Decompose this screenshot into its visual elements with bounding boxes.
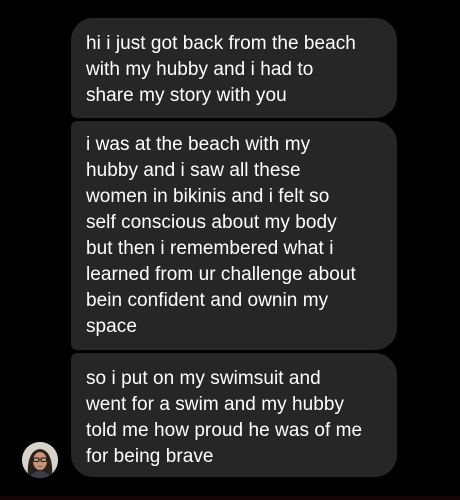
sender-avatar[interactable]: [22, 442, 58, 478]
message-bubble[interactable]: hi i just got back from the beach with m…: [71, 18, 397, 118]
message-bubble[interactable]: so i put on my swimsuit and went for a s…: [71, 353, 397, 477]
message-bubble[interactable]: i was at the beach with my hubby and i s…: [71, 121, 397, 350]
message-thread: hi i just got back from the beach with m…: [0, 0, 460, 500]
bottom-edge: [0, 496, 460, 500]
user-avatar-icon: [22, 442, 58, 478]
